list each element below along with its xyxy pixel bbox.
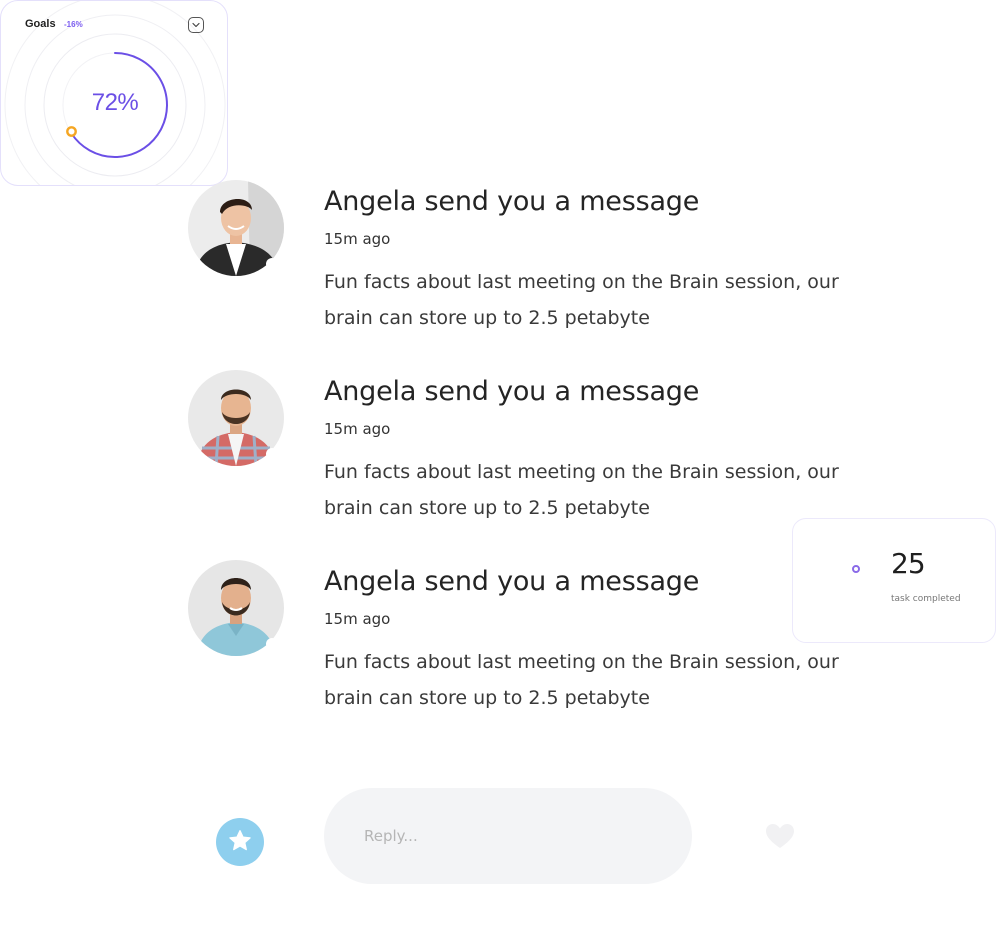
message-item[interactable]: Angela send you a message 15m ago Fun fa… xyxy=(188,370,848,540)
online-status-dot xyxy=(266,448,278,460)
task-label: task completed xyxy=(891,594,961,604)
message-item[interactable]: Angela send you a message 15m ago Fun fa… xyxy=(188,180,848,350)
heart-icon xyxy=(766,824,794,848)
goals-marker xyxy=(66,126,77,137)
online-status-dot xyxy=(266,638,278,650)
task-marker-icon xyxy=(852,565,860,573)
message-time: 15m ago xyxy=(324,230,391,248)
goals-title: Goals xyxy=(25,18,56,30)
reply-input[interactable] xyxy=(324,788,692,884)
star-icon xyxy=(229,830,251,851)
message-body: Fun facts about last meeting on the Brai… xyxy=(324,271,839,329)
goals-card: Goals -16% 72% xyxy=(0,0,228,186)
chevron-down-icon[interactable] xyxy=(188,17,204,33)
goals-percent: 72% xyxy=(91,89,139,116)
message-body: Fun facts about last meeting on the Brai… xyxy=(324,461,839,519)
message-body: Fun facts about last meeting on the Brai… xyxy=(324,651,839,709)
message-title: Angela send you a message xyxy=(324,186,700,217)
task-count: 25 xyxy=(891,547,926,580)
task-completed-card: 25 task completed xyxy=(792,518,996,643)
online-status-dot xyxy=(266,258,278,270)
message-time: 15m ago xyxy=(324,420,391,438)
message-item[interactable]: Angela send you a message 15m ago Fun fa… xyxy=(188,560,848,730)
heart-button[interactable] xyxy=(764,822,796,850)
goals-delta: -16% xyxy=(64,20,83,29)
message-title: Angela send you a message xyxy=(324,376,700,407)
message-title: Angela send you a message xyxy=(324,566,700,597)
message-time: 15m ago xyxy=(324,610,391,628)
star-button[interactable] xyxy=(216,818,264,866)
